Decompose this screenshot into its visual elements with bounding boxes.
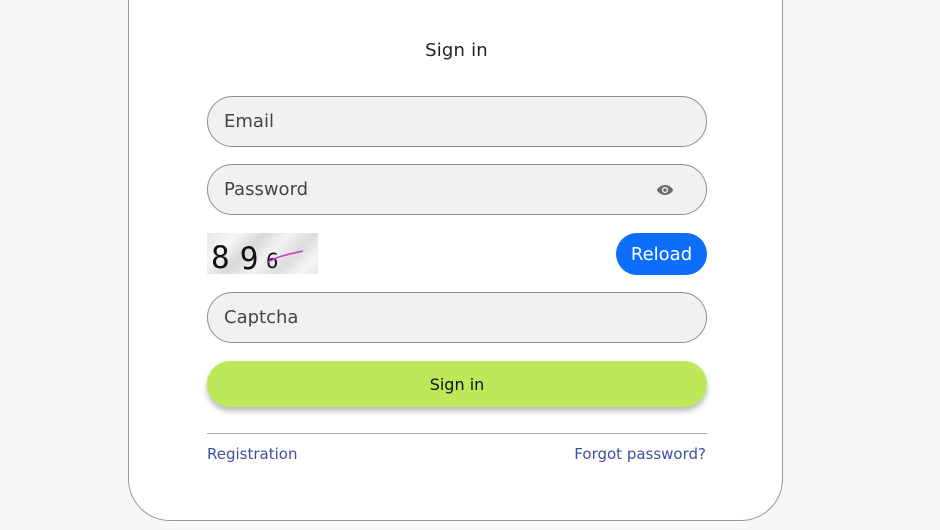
password-field-wrapper	[207, 164, 707, 215]
captcha-field-wrapper	[207, 292, 707, 343]
captcha-field[interactable]	[224, 293, 656, 342]
captcha-noise-line	[266, 250, 304, 264]
captcha-image: 896	[207, 233, 318, 274]
divider	[207, 433, 707, 434]
registration-link[interactable]: Registration	[207, 445, 297, 463]
sign-in-button[interactable]: Sign in	[207, 361, 707, 407]
email-field[interactable]	[224, 97, 656, 146]
forgot-password-link[interactable]: Forgot password?	[574, 445, 706, 463]
form-title: Sign in	[425, 40, 488, 61]
sign-in-card: Sign in 896 Reload Sign in Registration …	[128, 0, 783, 521]
eye-icon[interactable]	[656, 183, 674, 197]
email-field-wrapper	[207, 96, 707, 147]
password-field[interactable]	[224, 165, 656, 214]
reload-captcha-button[interactable]: Reload	[616, 233, 707, 275]
